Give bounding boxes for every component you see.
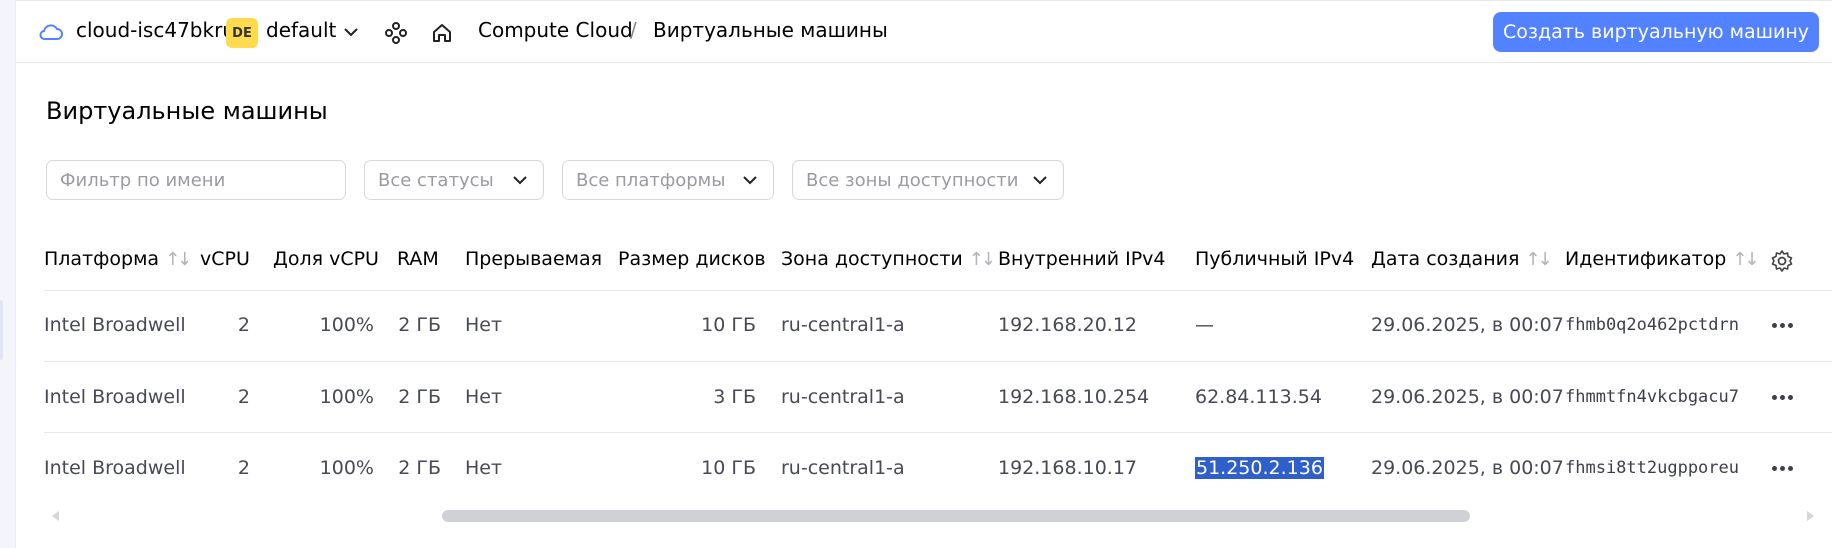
cell-internal-ip: 192.168.10.254: [998, 386, 1150, 408]
folder-badge: DE: [226, 18, 258, 48]
column-label: Внутренний IPv4: [998, 248, 1166, 270]
sort-icon[interactable]: ↑↓: [1525, 249, 1552, 270]
home-icon[interactable]: [430, 21, 454, 45]
cell-disk-size: 3 ГБ: [713, 386, 756, 408]
column-label: Идентификатор: [1565, 248, 1727, 270]
cell-zone: ru-central1-a: [781, 386, 905, 408]
cloud-name[interactable]: cloud-isc47bkru: [76, 18, 235, 42]
cell-id[interactable]: fhmb0q2o462pctdrn: [1565, 315, 1749, 335]
more-icon[interactable]: [1772, 323, 1794, 329]
breadcrumb-current: Виртуальные машины: [653, 18, 888, 42]
horizontal-scrollbar-thumb[interactable]: [442, 510, 1470, 522]
cell-preemptible: Нет: [465, 457, 503, 479]
cell-ram: 2 ГБ: [398, 386, 441, 408]
platform-filter-value: Все платформы: [576, 169, 726, 191]
left-nav-strip: [0, 0, 16, 548]
chevron-down-icon: [513, 176, 527, 185]
column-label: vCPU: [200, 248, 250, 270]
zone-filter-select[interactable]: Все зоны доступности: [792, 160, 1064, 200]
breadcrumb-separator: /: [630, 18, 637, 42]
create-vm-button[interactable]: Создать виртуальную машину: [1493, 12, 1819, 52]
cell-internal-ip: 192.168.20.12: [998, 314, 1138, 336]
cell-platform: Intel Broadwell: [44, 386, 186, 408]
cell-id[interactable]: fhmmtfn4vkcbgacu7: [1565, 387, 1749, 407]
column-label: Зона доступности: [781, 248, 963, 270]
column-header-zone[interactable]: Зона доступности ↑↓: [781, 248, 996, 270]
column-header-id[interactable]: Идентификатор ↑↓: [1565, 248, 1760, 270]
sort-icon[interactable]: ↑↓: [1732, 249, 1759, 270]
status-filter-value: Все статусы: [378, 169, 494, 191]
cell-public-ip: —: [1195, 314, 1214, 336]
more-icon[interactable]: [1772, 395, 1794, 401]
cell-vcpu: 2: [237, 457, 250, 479]
column-header-disk-size: Размер дисков: [618, 248, 766, 270]
cell-preemptible: Нет: [465, 314, 503, 336]
column-header-vcpu-share: Доля vCPU: [273, 248, 379, 270]
column-header-internal-ip: Внутренний IPv4: [998, 248, 1166, 270]
column-label: Платформа: [44, 248, 160, 270]
sort-icon[interactable]: ↑↓: [165, 249, 192, 270]
column-header-platform[interactable]: Платформа ↑↓: [44, 248, 192, 270]
gear-icon[interactable]: [1770, 249, 1794, 273]
column-label: RAM: [397, 248, 439, 270]
cell-platform: Intel Broadwell: [44, 457, 186, 479]
cell-created: 29.06.2025, в 00:07: [1371, 314, 1564, 336]
row-divider: [44, 290, 1832, 291]
chevron-down-icon[interactable]: [342, 25, 360, 39]
services-icon[interactable]: [384, 21, 408, 45]
cloud-icon[interactable]: [38, 21, 64, 43]
cell-vcpu: 2: [237, 314, 250, 336]
breadcrumb-service[interactable]: Compute Cloud: [478, 18, 633, 42]
selected-public-ip[interactable]: 51.250.2.136: [1195, 457, 1324, 479]
folder-name[interactable]: default: [266, 18, 336, 42]
column-label: Прерываемая: [465, 248, 603, 270]
cell-preemptible: Нет: [465, 386, 503, 408]
platform-filter-select[interactable]: Все платформы: [562, 160, 774, 200]
chevron-down-icon: [1033, 176, 1047, 185]
sort-icon[interactable]: ↑↓: [969, 249, 996, 270]
cell-zone: ru-central1-a: [781, 457, 905, 479]
cell-vcpu: 2: [237, 386, 250, 408]
cell-zone: ru-central1-a: [781, 314, 905, 336]
column-label: Публичный IPv4: [1195, 248, 1355, 270]
cell-public-ip[interactable]: 62.84.113.54: [1195, 386, 1322, 408]
cell-platform: Intel Broadwell: [44, 314, 186, 336]
column-label: Размер дисков: [618, 248, 766, 270]
column-label: Дата создания: [1371, 248, 1520, 270]
chevron-down-icon: [743, 176, 757, 185]
name-filter-input[interactable]: Фильтр по имени: [46, 160, 346, 200]
column-header-public-ip: Публичный IPv4: [1195, 248, 1354, 270]
column-header-vcpu: vCPU: [200, 248, 250, 270]
cell-ram: 2 ГБ: [398, 314, 441, 336]
column-header-created[interactable]: Дата создания ↑↓: [1371, 248, 1553, 270]
column-header-ram: RAM: [397, 248, 439, 270]
arrow-right-icon[interactable]: [1806, 510, 1816, 522]
more-icon[interactable]: [1772, 466, 1794, 472]
cell-internal-ip: 192.168.10.17: [998, 457, 1138, 479]
cell-created: 29.06.2025, в 00:07: [1371, 386, 1564, 408]
left-nav-indicator: [0, 300, 3, 360]
row-divider: [44, 361, 1832, 362]
cell-disk-size: 10 ГБ: [701, 314, 756, 336]
status-filter-select[interactable]: Все статусы: [364, 160, 544, 200]
cell-vcpu-share: 100%: [319, 457, 374, 479]
cell-public-ip[interactable]: 51.250.2.136: [1195, 457, 1324, 479]
column-label: Доля vCPU: [273, 248, 379, 270]
cell-vcpu-share: 100%: [319, 314, 374, 336]
column-header-preemptible: Прерываемая: [465, 248, 602, 270]
zone-filter-value: Все зоны доступности: [806, 169, 1019, 191]
arrow-left-icon[interactable]: [50, 510, 60, 522]
page-title: Виртуальные машины: [46, 97, 328, 125]
cell-created: 29.06.2025, в 00:07: [1371, 457, 1564, 479]
cell-disk-size: 10 ГБ: [701, 457, 756, 479]
cell-id[interactable]: fhmsi8tt2ugpporeu: [1565, 458, 1749, 478]
row-divider: [44, 432, 1832, 433]
cell-vcpu-share: 100%: [319, 386, 374, 408]
cell-ram: 2 ГБ: [398, 457, 441, 479]
